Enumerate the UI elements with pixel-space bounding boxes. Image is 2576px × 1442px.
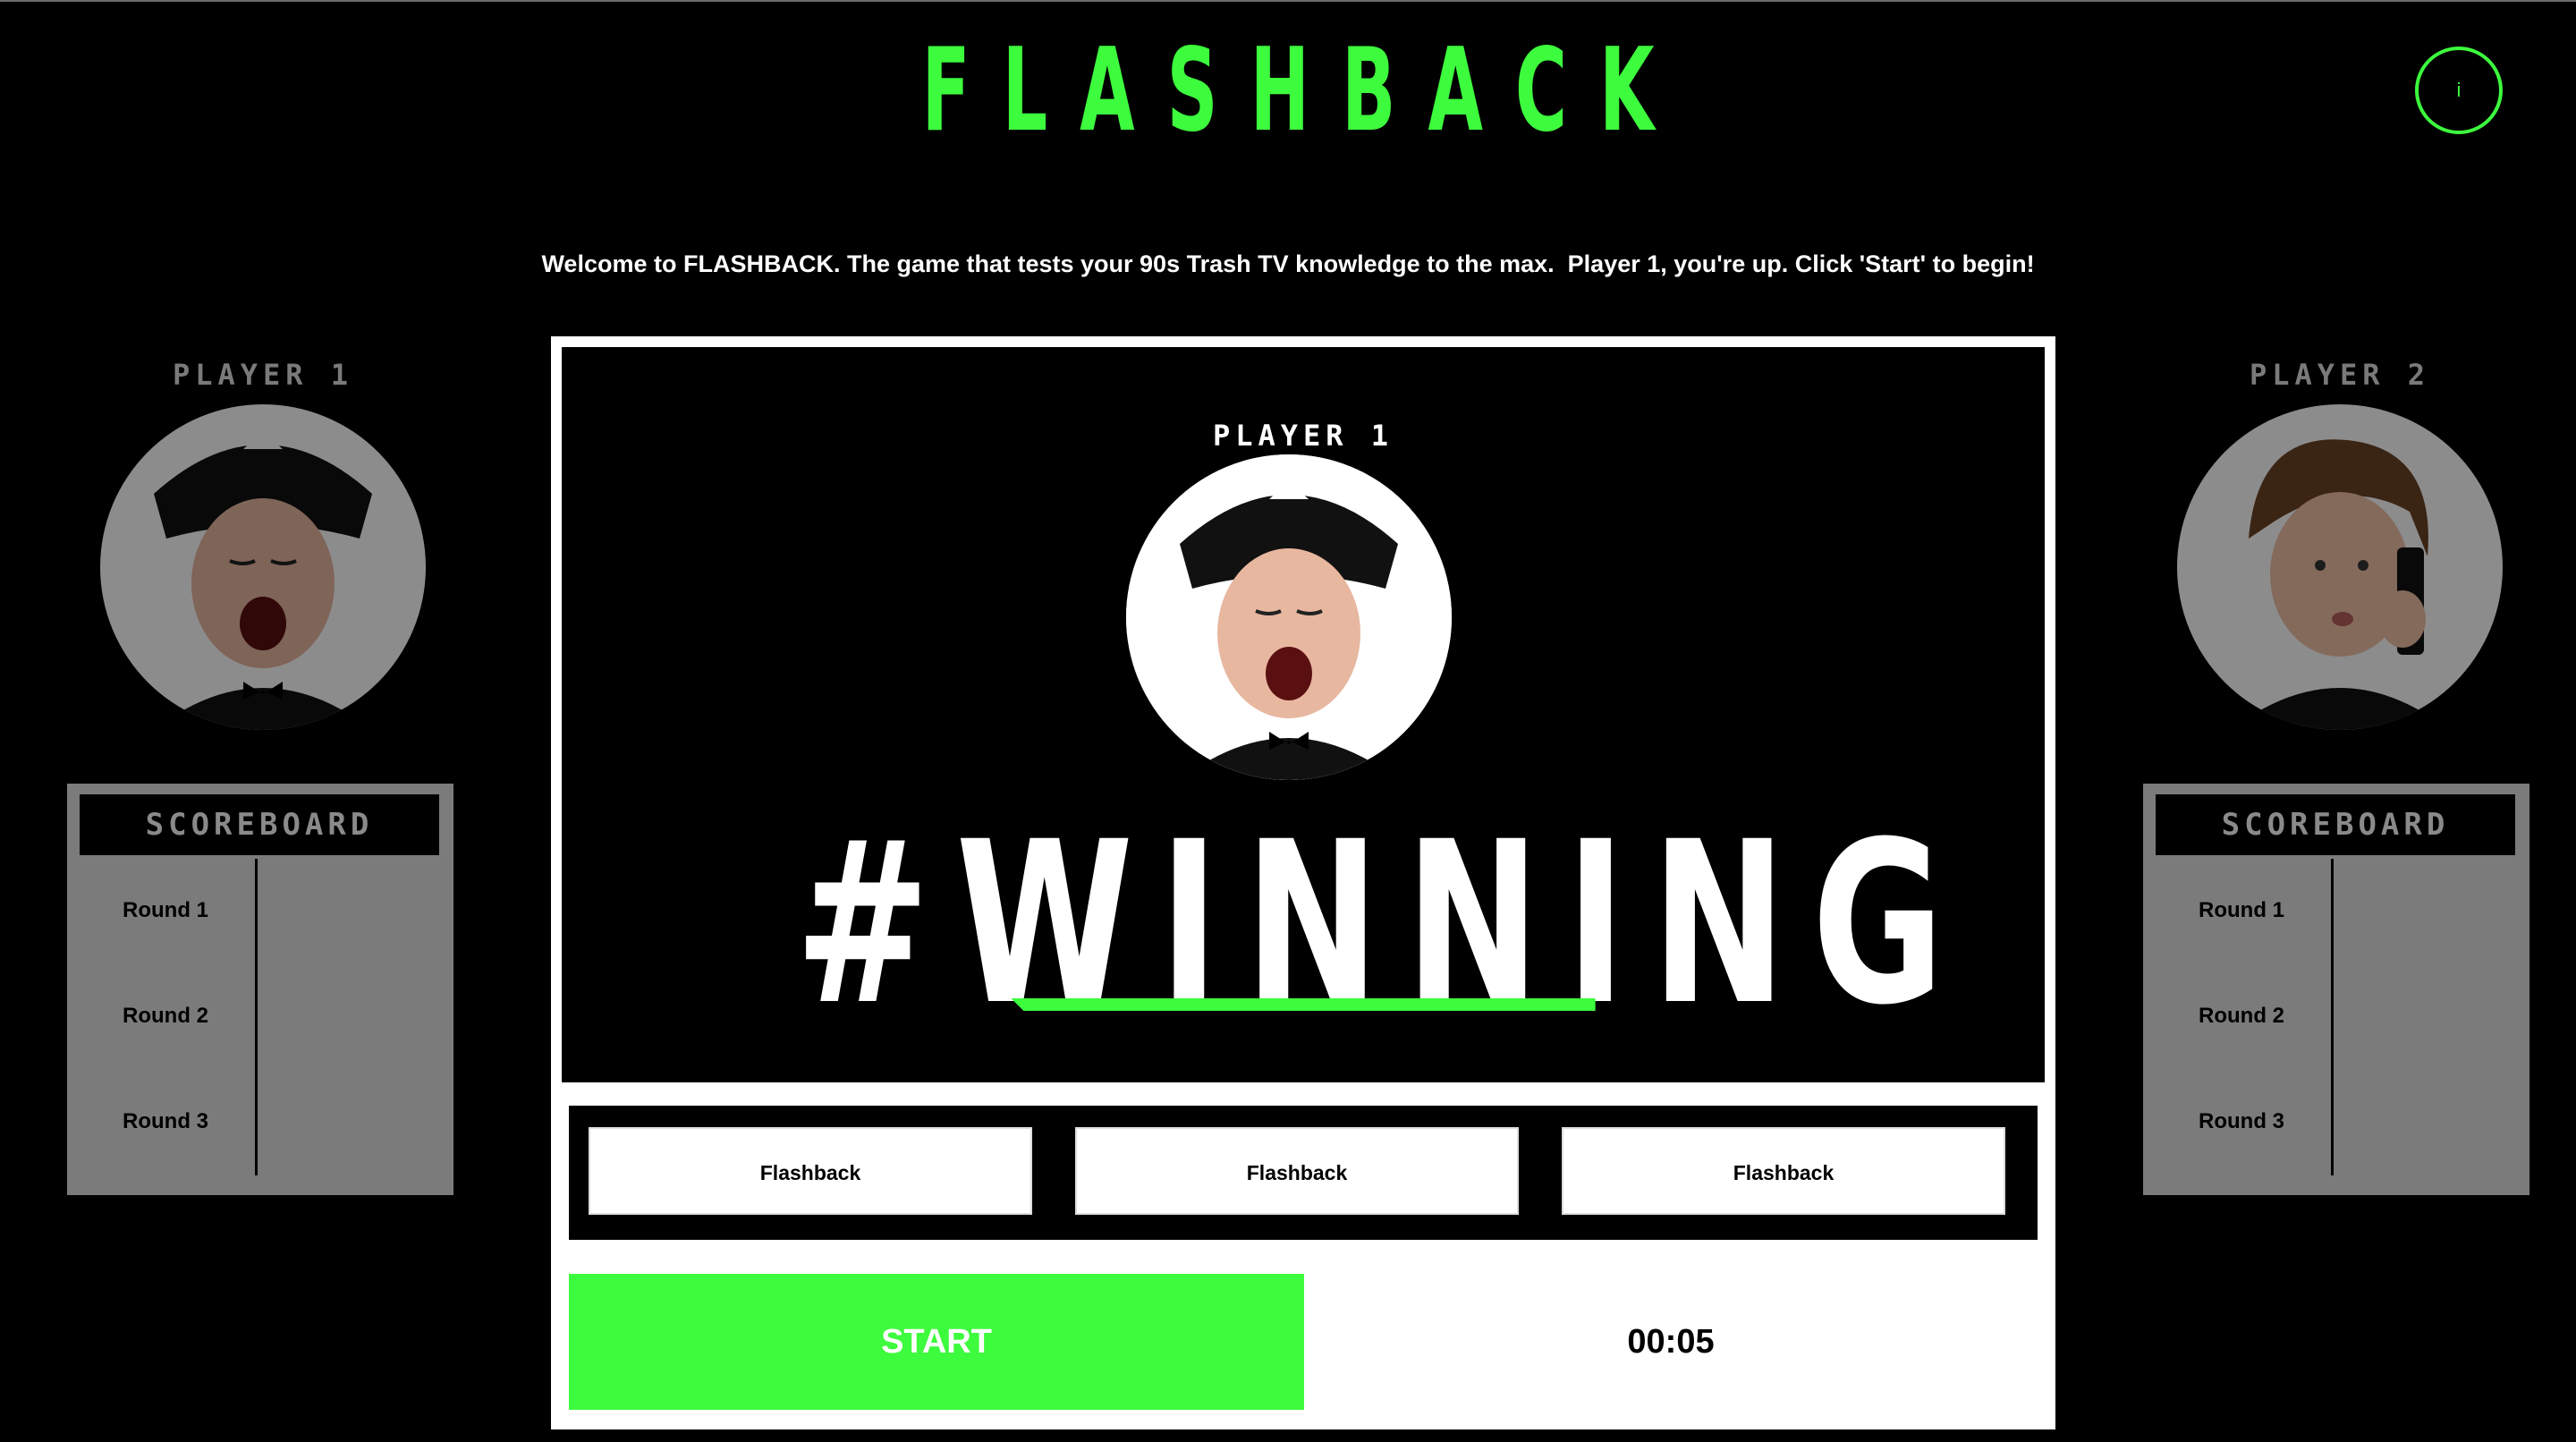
top-border (0, 0, 2576, 2)
round-1-label: Round 1 (2199, 898, 2284, 922)
round-2-label: Round 2 (2199, 1004, 2284, 1028)
player-2-scoreboard: SCOREBOARD Round 1 Round 2 Round 3 (2143, 784, 2529, 1195)
choice-3-button[interactable]: Flashback (1562, 1127, 2005, 1215)
game-title: FLASHBACK (921, 24, 1687, 157)
player-1-avatar (100, 404, 426, 730)
round-3-label: Round 3 (2199, 1109, 2284, 1133)
player-2-avatar (2177, 404, 2503, 730)
player-1-label: PLAYER 1 (172, 358, 354, 392)
scoreboard-divider (255, 859, 258, 1175)
round-2-label: Round 2 (123, 1004, 208, 1028)
choice-2-button[interactable]: Flashback (1075, 1127, 1519, 1215)
player-2-label: PLAYER 2 (2249, 358, 2431, 392)
player-2-panel: PLAYER 2 (2143, 358, 2537, 730)
countdown-timer: 00:05 (1627, 1323, 1715, 1361)
player-1-scoreboard: SCOREBOARD Round 1 Round 2 Round 3 (67, 784, 453, 1195)
scoreboard-divider (2331, 859, 2334, 1175)
current-player-label: PLAYER 1 (1212, 419, 1394, 453)
game-stage: PLAYER 1 #WINNING Flashback Flashback Fl… (551, 336, 2055, 1429)
answer-choices: Flashback Flashback Flashback (569, 1106, 2038, 1240)
result-underline (1011, 998, 1596, 1011)
info-button[interactable]: i (2415, 47, 2503, 134)
round-3-label: Round 3 (123, 1109, 208, 1133)
welcome-message: Welcome to FLASHBACK. The game that test… (541, 250, 2035, 277)
scoreboard-title: SCOREBOARD (2156, 794, 2515, 855)
round-1-label: Round 1 (123, 898, 208, 922)
start-button[interactable]: START (569, 1274, 1304, 1410)
choice-1-button[interactable]: Flashback (589, 1127, 1032, 1215)
scoreboard-title: SCOREBOARD (80, 794, 439, 855)
player-1-panel: PLAYER 1 (66, 358, 460, 730)
current-player-avatar (1126, 454, 1452, 780)
game-screen: PLAYER 1 #WINNING (562, 347, 2045, 1082)
